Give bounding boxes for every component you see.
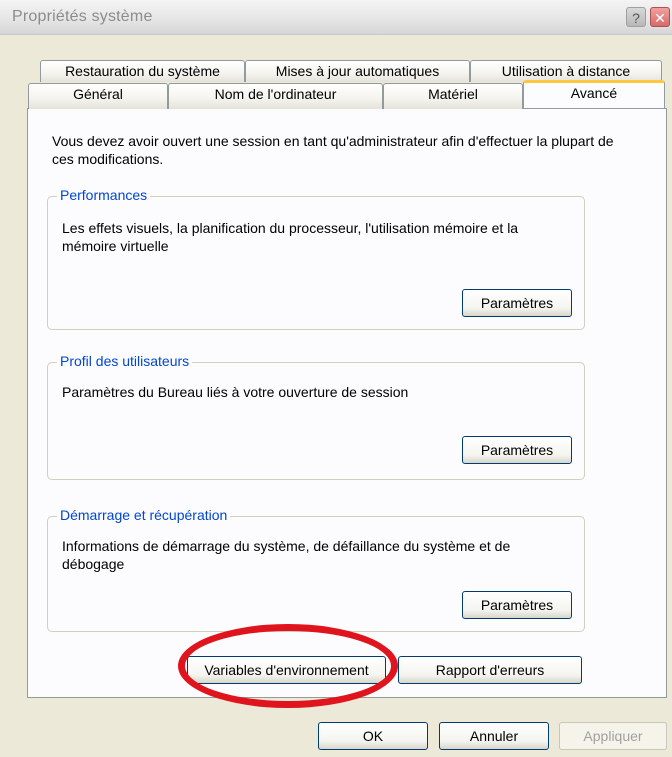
- tab-advanced[interactable]: Avancé: [523, 80, 665, 108]
- tab-remote[interactable]: Utilisation à distance: [470, 60, 662, 82]
- user-profiles-group-label: Profil des utilisateurs: [57, 353, 193, 369]
- title-bar[interactable]: Propriétés système ? ✕: [0, 0, 672, 35]
- user-profiles-group: Profil des utilisateurs Paramètres du Bu…: [47, 353, 585, 480]
- performance-group: Performances Les effets visuels, la plan…: [47, 187, 585, 330]
- user-profiles-description: Paramètres du Bureau liés à votre ouvert…: [62, 384, 409, 400]
- help-icon[interactable]: ?: [626, 7, 646, 27]
- system-properties-window: Propriétés système ? ✕ Restauration du s…: [0, 0, 672, 757]
- cancel-button[interactable]: Annuler: [439, 722, 549, 750]
- window-title: Propriétés système: [12, 8, 153, 25]
- performance-description: Les effets visuels, la planification du …: [62, 220, 519, 254]
- tab-computer-name[interactable]: Nom de l'ordinateur: [168, 83, 383, 109]
- close-icon[interactable]: ✕: [650, 7, 670, 27]
- tab-system-restore[interactable]: Restauration du système: [40, 60, 245, 82]
- performance-group-label: Performances: [57, 187, 151, 203]
- tab-general[interactable]: Général: [28, 83, 168, 109]
- startup-recovery-group-label: Démarrage et récupération: [57, 507, 231, 523]
- environment-variables-button[interactable]: Variables d'environnement: [187, 656, 386, 684]
- apply-button: Appliquer: [559, 722, 667, 750]
- startup-recovery-group: Démarrage et récupération Informations d…: [47, 507, 585, 632]
- ok-button[interactable]: OK: [318, 722, 428, 750]
- startup-recovery-settings-button[interactable]: Paramètres: [462, 591, 572, 619]
- tab-hardware[interactable]: Matériel: [383, 83, 523, 109]
- admin-notice: Vous devez avoir ouvert une session en t…: [52, 133, 614, 167]
- tab-automatic-updates[interactable]: Mises à jour automatiques: [245, 60, 470, 82]
- performance-settings-button[interactable]: Paramètres: [462, 289, 572, 317]
- error-reporting-button[interactable]: Rapport d'erreurs: [398, 656, 582, 684]
- startup-recovery-description: Informations de démarrage du système, de…: [62, 538, 511, 572]
- user-profiles-settings-button[interactable]: Paramètres: [462, 436, 572, 464]
